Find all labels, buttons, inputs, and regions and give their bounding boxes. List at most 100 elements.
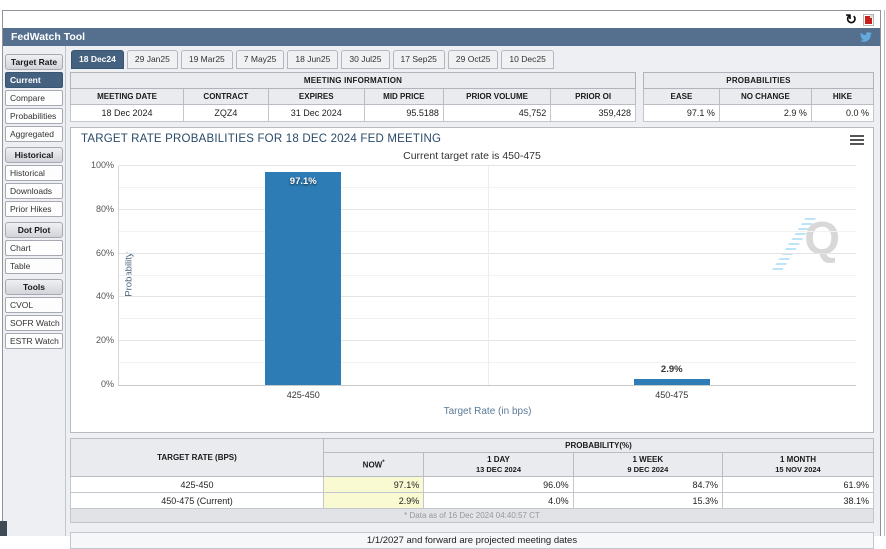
top-toolbar: ↻ bbox=[3, 11, 880, 28]
projected-dates-note: 1/1/2027 and forward are projected meeti… bbox=[70, 532, 874, 549]
sidebar-item-table[interactable]: Table bbox=[5, 258, 63, 274]
bar-425-450 bbox=[265, 172, 342, 385]
probabilities-table: PROBABILITIES EASE NO CHANGE HIKE 97.1 % 2.… bbox=[643, 72, 875, 122]
history-col-1-day: 1 DAY 13 DEC 2024 bbox=[423, 452, 574, 477]
x-category-450-475: 450-475 bbox=[655, 390, 689, 400]
tab-18-jun25[interactable]: 18 Jun25 bbox=[287, 50, 339, 69]
meeting-info-value-4: 45,752 bbox=[442, 104, 552, 122]
window-corner-fragment bbox=[0, 521, 7, 536]
history-col-1-month: 1 MONTH 15 NOV 2024 bbox=[722, 452, 874, 477]
twitter-icon[interactable] bbox=[859, 31, 873, 43]
sidebar-item-downloads[interactable]: Downloads bbox=[5, 183, 63, 199]
meeting-info-col-5: PRIOR OI bbox=[550, 88, 636, 105]
history-value-0: 2.9% bbox=[322, 492, 425, 509]
chart-menu-icon[interactable] bbox=[850, 135, 864, 145]
y-tick-0: 0% bbox=[100, 379, 114, 389]
sidebar-item-probabilities[interactable]: Probabilities bbox=[5, 108, 63, 124]
sidebar-item-aggregated[interactable]: Aggregated bbox=[5, 126, 63, 142]
chart-plot-area: Probability Q Target Rate (in bps) 0%20%… bbox=[91, 160, 856, 417]
x-axis-title: Target Rate (in bps) bbox=[443, 406, 532, 417]
history-value-1: 4.0% bbox=[423, 492, 574, 509]
probability-history-table: TARGET RATE (BPS) PROBABILITY(%) NOW* 1 D… bbox=[70, 438, 875, 523]
history-value-3: 61.9% bbox=[722, 476, 874, 493]
sidebar-section-historical: Historical bbox=[5, 147, 63, 163]
y-tick-20: 20% bbox=[95, 335, 114, 346]
sidebar: Target Rate Current Compare Probabilities Ag… bbox=[3, 46, 65, 536]
y-tick-100: 100% bbox=[90, 160, 114, 170]
y-tick-60: 60% bbox=[95, 247, 114, 258]
tab-30-jul25[interactable]: 30 Jul25 bbox=[341, 50, 390, 69]
meeting-info-col-3: MID PRICE bbox=[363, 88, 444, 105]
probability-pct-header: PROBABILITY(%) bbox=[322, 438, 875, 453]
probabilities-value-2: 0.0 % bbox=[810, 104, 875, 122]
meeting-information-table: MEETING INFORMATION MEETING DATE CONTRACT… bbox=[70, 72, 636, 122]
meeting-info-col-4: PRIOR VOLUME bbox=[442, 88, 552, 105]
tab-18-dec24[interactable]: 18 Dec24 bbox=[71, 50, 124, 69]
tab-10-dec25[interactable]: 10 Dec25 bbox=[501, 50, 554, 69]
meeting-info-value-0: 18 Dec 2024 bbox=[70, 104, 184, 122]
content-area: Target Rate Current Compare Probabilities Ag… bbox=[3, 46, 880, 549]
meeting-info-col-0: MEETING DATE bbox=[70, 88, 184, 105]
sidebar-item-historical[interactable]: Historical bbox=[5, 165, 63, 181]
probabilities-value-row: 97.1 % 2.9 % 0.0 % bbox=[643, 104, 875, 122]
history-row-label: 425-450 bbox=[70, 476, 324, 493]
history-value-0: 97.1% bbox=[322, 476, 425, 493]
bar-value-label: 2.9% bbox=[660, 363, 683, 375]
bar-value-label: 97.1% bbox=[289, 176, 317, 188]
pdf-export-icon[interactable] bbox=[863, 13, 874, 26]
meeting-date-tabs: 18 Dec24 29 Jan25 19 Mar25 7 May25 18 Jun25 3… bbox=[71, 50, 874, 69]
sidebar-item-chart[interactable]: Chart bbox=[5, 240, 63, 256]
meeting-info-value-5: 359,428 bbox=[550, 104, 636, 122]
history-col-1-week: 1 WEEK 9 DEC 2024 bbox=[572, 452, 724, 477]
probabilities-col-2: HIKE bbox=[810, 88, 875, 105]
tab-7-may25[interactable]: 7 May25 bbox=[235, 50, 285, 69]
titlebar: FedWatch Tool bbox=[3, 28, 880, 46]
tab-29-oct25[interactable]: 29 Oct25 bbox=[447, 50, 499, 69]
fedwatch-widget-frame: ↻ FedWatch Tool Target Rate Current Compar… bbox=[2, 10, 881, 549]
sidebar-section-tools: Tools bbox=[5, 279, 63, 295]
meeting-info-value-1: ZQZ4 bbox=[183, 104, 269, 122]
data-as-of-row: * Data as of 16 Dec 2024 04:40:57 CT bbox=[70, 508, 874, 523]
history-table-group-row: TARGET RATE (BPS) PROBABILITY(%) bbox=[70, 438, 875, 477]
main-panel: 18 Dec24 29 Jan25 19 Mar25 7 May25 18 Jun25 3… bbox=[65, 46, 880, 549]
info-row: MEETING INFORMATION MEETING DATE CONTRACT… bbox=[70, 72, 875, 122]
meeting-info-value-3: 95.5188 bbox=[363, 104, 444, 122]
sidebar-item-prior-hikes[interactable]: Prior Hikes bbox=[5, 201, 63, 217]
history-value-3: 38.1% bbox=[722, 492, 874, 509]
target-rate-bps-header: TARGET RATE (BPS) bbox=[70, 438, 324, 477]
sidebar-item-estr-watch[interactable]: ESTR Watch bbox=[5, 333, 63, 349]
meeting-information-title: MEETING INFORMATION bbox=[70, 72, 636, 89]
meeting-information-value-row: 18 Dec 2024 ZQZ4 31 Dec 2024 95.5188 45,752 3… bbox=[70, 104, 636, 122]
history-value-1: 96.0% bbox=[423, 476, 574, 493]
target-rate-probability-chart: TARGET RATE PROBABILITIES FOR 18 DEC 202… bbox=[70, 127, 874, 433]
sidebar-section-target-rate: Target Rate bbox=[5, 54, 63, 70]
meeting-info-value-2: 31 Dec 2024 bbox=[267, 104, 365, 122]
probabilities-title: PROBABILITIES bbox=[643, 72, 874, 89]
chart-title: TARGET RATE PROBABILITIES FOR 18 DEC 202… bbox=[81, 133, 442, 145]
sidebar-item-sofr-watch[interactable]: SOFR Watch bbox=[5, 315, 63, 331]
sidebar-item-cvol[interactable]: CVOL bbox=[5, 297, 63, 313]
history-value-2: 15.3% bbox=[572, 492, 724, 509]
tab-19-mar25[interactable]: 19 Mar25 bbox=[180, 50, 233, 69]
sidebar-item-current[interactable]: Current bbox=[5, 72, 63, 88]
data-as-of-note: * Data as of 16 Dec 2024 04:40:57 CT bbox=[70, 508, 874, 523]
watermark-q-letter: Q bbox=[804, 212, 840, 264]
probabilities-value-1: 2.9 % bbox=[718, 104, 812, 122]
history-row-label: 450-475 (Current) bbox=[70, 492, 324, 509]
y-tick-40: 40% bbox=[95, 291, 114, 302]
y-tick-80: 80% bbox=[95, 203, 114, 214]
right-edge-line bbox=[884, 10, 885, 536]
probabilities-header-row: EASE NO CHANGE HIKE bbox=[643, 88, 875, 105]
probabilities-col-1: NO CHANGE bbox=[718, 88, 812, 105]
tab-17-sep25[interactable]: 17 Sep25 bbox=[392, 50, 445, 69]
tab-29-jan25[interactable]: 29 Jan25 bbox=[126, 50, 178, 69]
meeting-info-col-1: CONTRACT bbox=[183, 88, 269, 105]
app-title: FedWatch Tool bbox=[11, 31, 86, 43]
chart-subtitle: Current target rate is 450-475 bbox=[403, 150, 541, 162]
probabilities-col-0: EASE bbox=[643, 88, 720, 105]
bar-450-475 bbox=[633, 378, 710, 385]
sidebar-section-dot-plot: Dot Plot bbox=[5, 222, 63, 238]
sidebar-item-compare[interactable]: Compare bbox=[5, 90, 63, 106]
refresh-icon[interactable]: ↻ bbox=[845, 12, 857, 26]
gridline-vertical bbox=[487, 166, 489, 385]
